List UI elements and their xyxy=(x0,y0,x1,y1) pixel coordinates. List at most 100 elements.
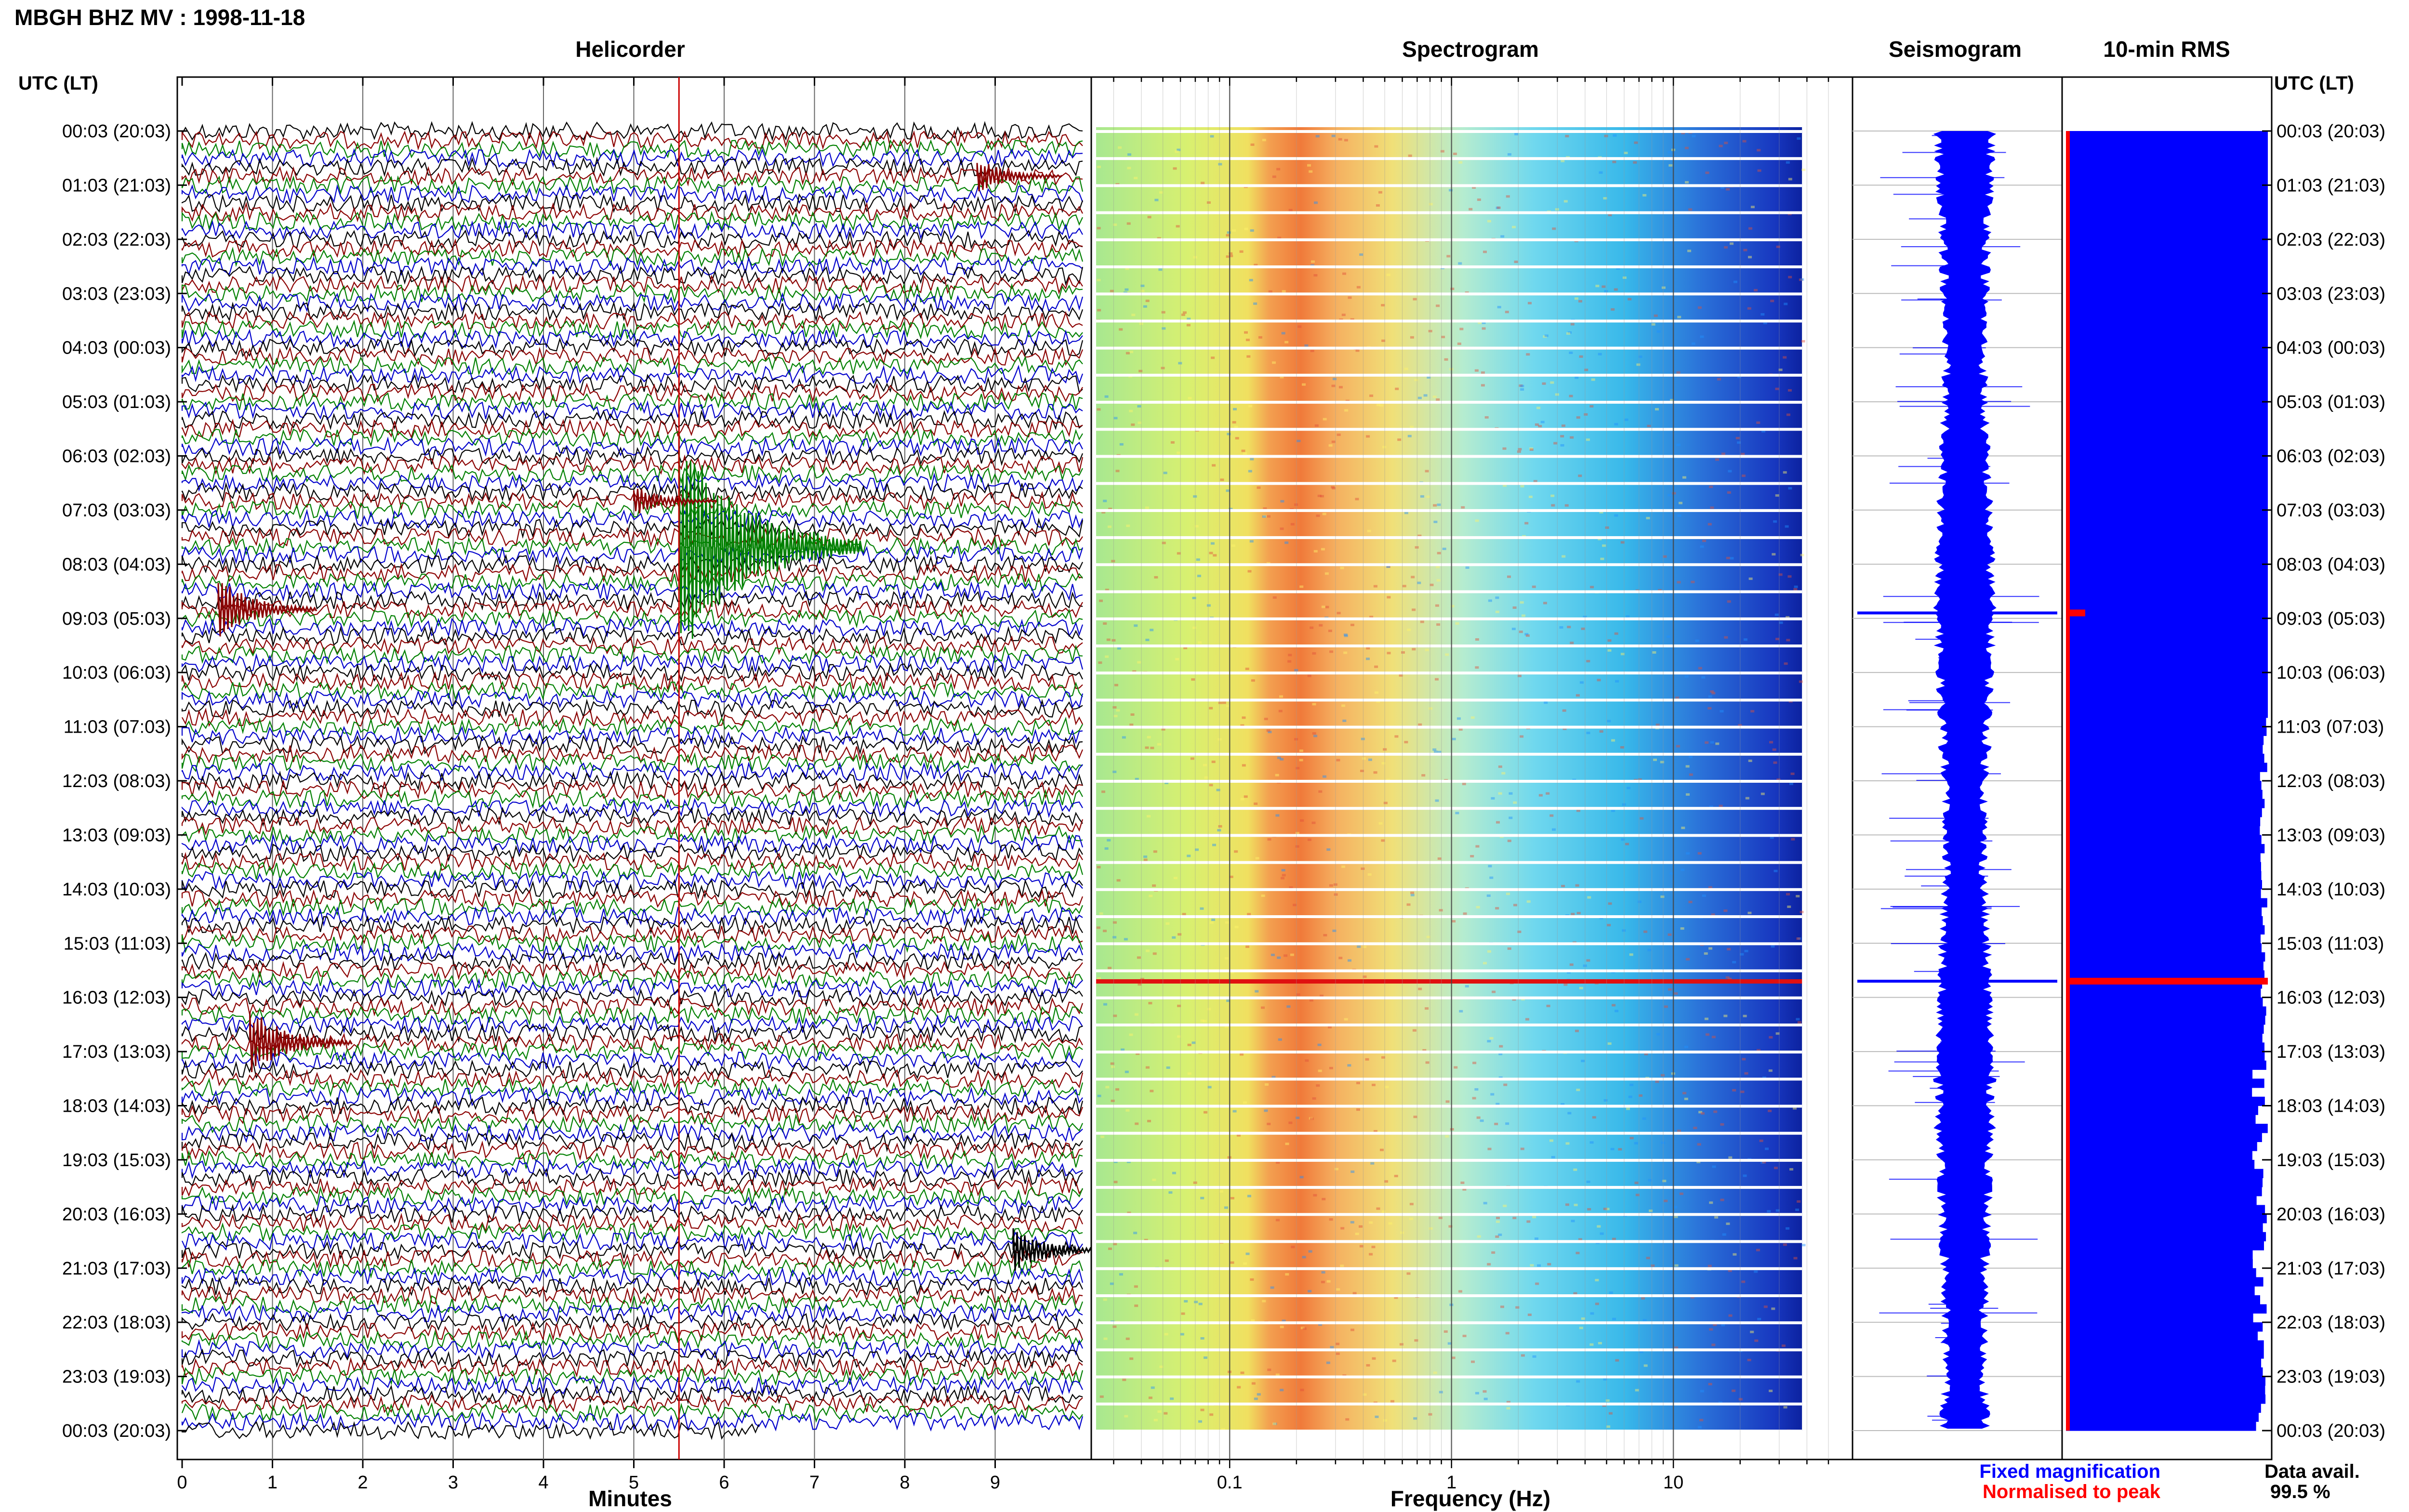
helicorder-tick-label: 8 xyxy=(900,1473,910,1493)
rms-bar xyxy=(2066,221,2268,231)
row-label-left: 18:03 (14:03) xyxy=(62,1096,171,1117)
rms-bar xyxy=(2066,997,2263,1007)
rms-bar xyxy=(2066,627,2268,637)
rms-bar xyxy=(2066,356,2268,366)
spectrogram-row-gap xyxy=(1096,861,1802,864)
rms-bar xyxy=(2066,302,2268,312)
rms-bar xyxy=(2066,952,2265,962)
spectrogram-row-gap xyxy=(1096,780,1802,783)
row-label-left: 21:03 (17:03) xyxy=(62,1259,171,1279)
rms-bar xyxy=(2066,257,2268,267)
spectrogram-row-gap xyxy=(1096,807,1802,810)
rms-bar xyxy=(2066,239,2268,249)
spectrogram-image xyxy=(1096,127,1802,1431)
rms-bar xyxy=(2066,212,2268,222)
rms-bar xyxy=(2066,1142,2257,1151)
rms-bar xyxy=(2066,1169,2263,1178)
rms-bar xyxy=(2066,889,2261,899)
rms-bar xyxy=(2066,402,2268,411)
rms-bar xyxy=(2066,763,2267,772)
rms-bar xyxy=(2066,230,2268,240)
rms-bar xyxy=(2066,1006,2266,1016)
rms-bar xyxy=(2066,654,2268,664)
seismogram-panel xyxy=(1852,76,2063,1460)
rms-bar xyxy=(2066,717,2266,727)
rms-bar xyxy=(2066,745,2263,754)
rms-bar xyxy=(2066,1304,2267,1314)
rms-bar xyxy=(2066,753,2264,763)
rms-bar xyxy=(2066,1124,2268,1133)
spectrogram-row-gap xyxy=(1096,265,1802,268)
utc-header-left: UTC (LT) xyxy=(18,73,98,94)
rms-bar xyxy=(2066,1340,2264,1350)
row-label-right: 03:03 (23:03) xyxy=(2277,284,2385,304)
rms-bar xyxy=(2066,167,2268,177)
rms-bar xyxy=(2066,672,2268,682)
rms-bar xyxy=(2066,726,2267,736)
data-avail-value: 99.5 % xyxy=(2270,1481,2330,1502)
helicorder-tick-label: 2 xyxy=(357,1473,368,1493)
spectrogram-row-gap xyxy=(1096,1348,1802,1352)
spectrogram-row-gap xyxy=(1096,563,1802,566)
rms-bar xyxy=(2066,1115,2256,1124)
row-label-left: 22:03 (18:03) xyxy=(62,1313,171,1333)
row-label-right: 07:03 (03:03) xyxy=(2277,500,2385,521)
rms-bar xyxy=(2066,709,2268,718)
rms-bar xyxy=(2066,880,2262,890)
rms-panel xyxy=(2061,76,2273,1460)
rms-bar xyxy=(2066,311,2268,321)
spectrogram-row-gap xyxy=(1096,1321,1802,1325)
row-label-left: 00:03 (20:03) xyxy=(62,1421,171,1441)
rms-bar xyxy=(2066,203,2268,213)
spectrogram-row-gap xyxy=(1096,211,1802,214)
spectrogram-row-gap xyxy=(1096,428,1802,431)
row-label-right: 11:03 (07:03) xyxy=(2277,717,2384,737)
row-label-left: 01:03 (21:03) xyxy=(62,175,171,196)
rms-bar xyxy=(2066,789,2263,799)
row-label-right: 13:03 (09:03) xyxy=(2277,825,2385,845)
rms-bar xyxy=(2066,410,2268,421)
spectrogram-row-gap xyxy=(1096,1294,1802,1297)
row-label-right: 05:03 (01:03) xyxy=(2277,392,2385,412)
row-label-left: 20:03 (16:03) xyxy=(62,1204,171,1224)
spectrogram-row-gap xyxy=(1096,698,1802,702)
rms-bar xyxy=(2066,1151,2252,1160)
row-label-right: 01:03 (21:03) xyxy=(2277,175,2385,196)
rms-normalised-peak xyxy=(2066,609,2085,617)
spectrogram-row-gap xyxy=(1096,1051,1802,1054)
rms-bar xyxy=(2066,1394,2266,1404)
row-label-left: 08:03 (04:03) xyxy=(62,554,171,575)
row-label-right: 00:03 (20:03) xyxy=(2277,1421,2385,1441)
row-label-right: 08:03 (04:03) xyxy=(2277,554,2385,575)
rms-bar xyxy=(2066,140,2268,149)
rms-bar xyxy=(2066,537,2268,547)
rms-bar xyxy=(2066,816,2261,827)
row-label-right: 02:03 (22:03) xyxy=(2277,230,2385,250)
rms-bar xyxy=(2066,1196,2257,1206)
data-avail-label: Data avail. xyxy=(2264,1461,2360,1482)
row-label-left: 14:03 (10:03) xyxy=(62,880,171,900)
row-label-right: 20:03 (16:03) xyxy=(2277,1204,2385,1224)
rms-bar xyxy=(2066,374,2268,384)
rms-bar xyxy=(2066,347,2268,357)
row-label-left: 23:03 (19:03) xyxy=(62,1367,171,1387)
spectrogram-tick-label: 0.1 xyxy=(1217,1473,1243,1493)
rms-bar xyxy=(2066,1421,2256,1431)
rms-bar xyxy=(2066,1132,2262,1142)
rms-bar xyxy=(2066,600,2268,610)
rms-bar xyxy=(2066,591,2268,601)
row-label-left: 15:03 (11:03) xyxy=(64,933,171,954)
rms-bar xyxy=(2066,1078,2264,1088)
rms-bar xyxy=(2066,1178,2263,1187)
row-label-left: 05:03 (01:03) xyxy=(62,392,171,412)
rms-bar xyxy=(2066,781,2262,790)
spectrogram-xlabel: Frequency (Hz) xyxy=(1390,1486,1550,1511)
rms-bar xyxy=(2066,438,2268,447)
spectrogram-row-gap xyxy=(1096,184,1802,187)
rms-bar xyxy=(2066,1403,2261,1413)
helicorder-tick-label: 4 xyxy=(538,1473,548,1493)
spectrogram-row-gap xyxy=(1096,996,1802,999)
rms-bar xyxy=(2066,1096,2265,1106)
rms-bar xyxy=(2066,871,2262,881)
row-label-left: 07:03 (03:03) xyxy=(62,500,171,521)
